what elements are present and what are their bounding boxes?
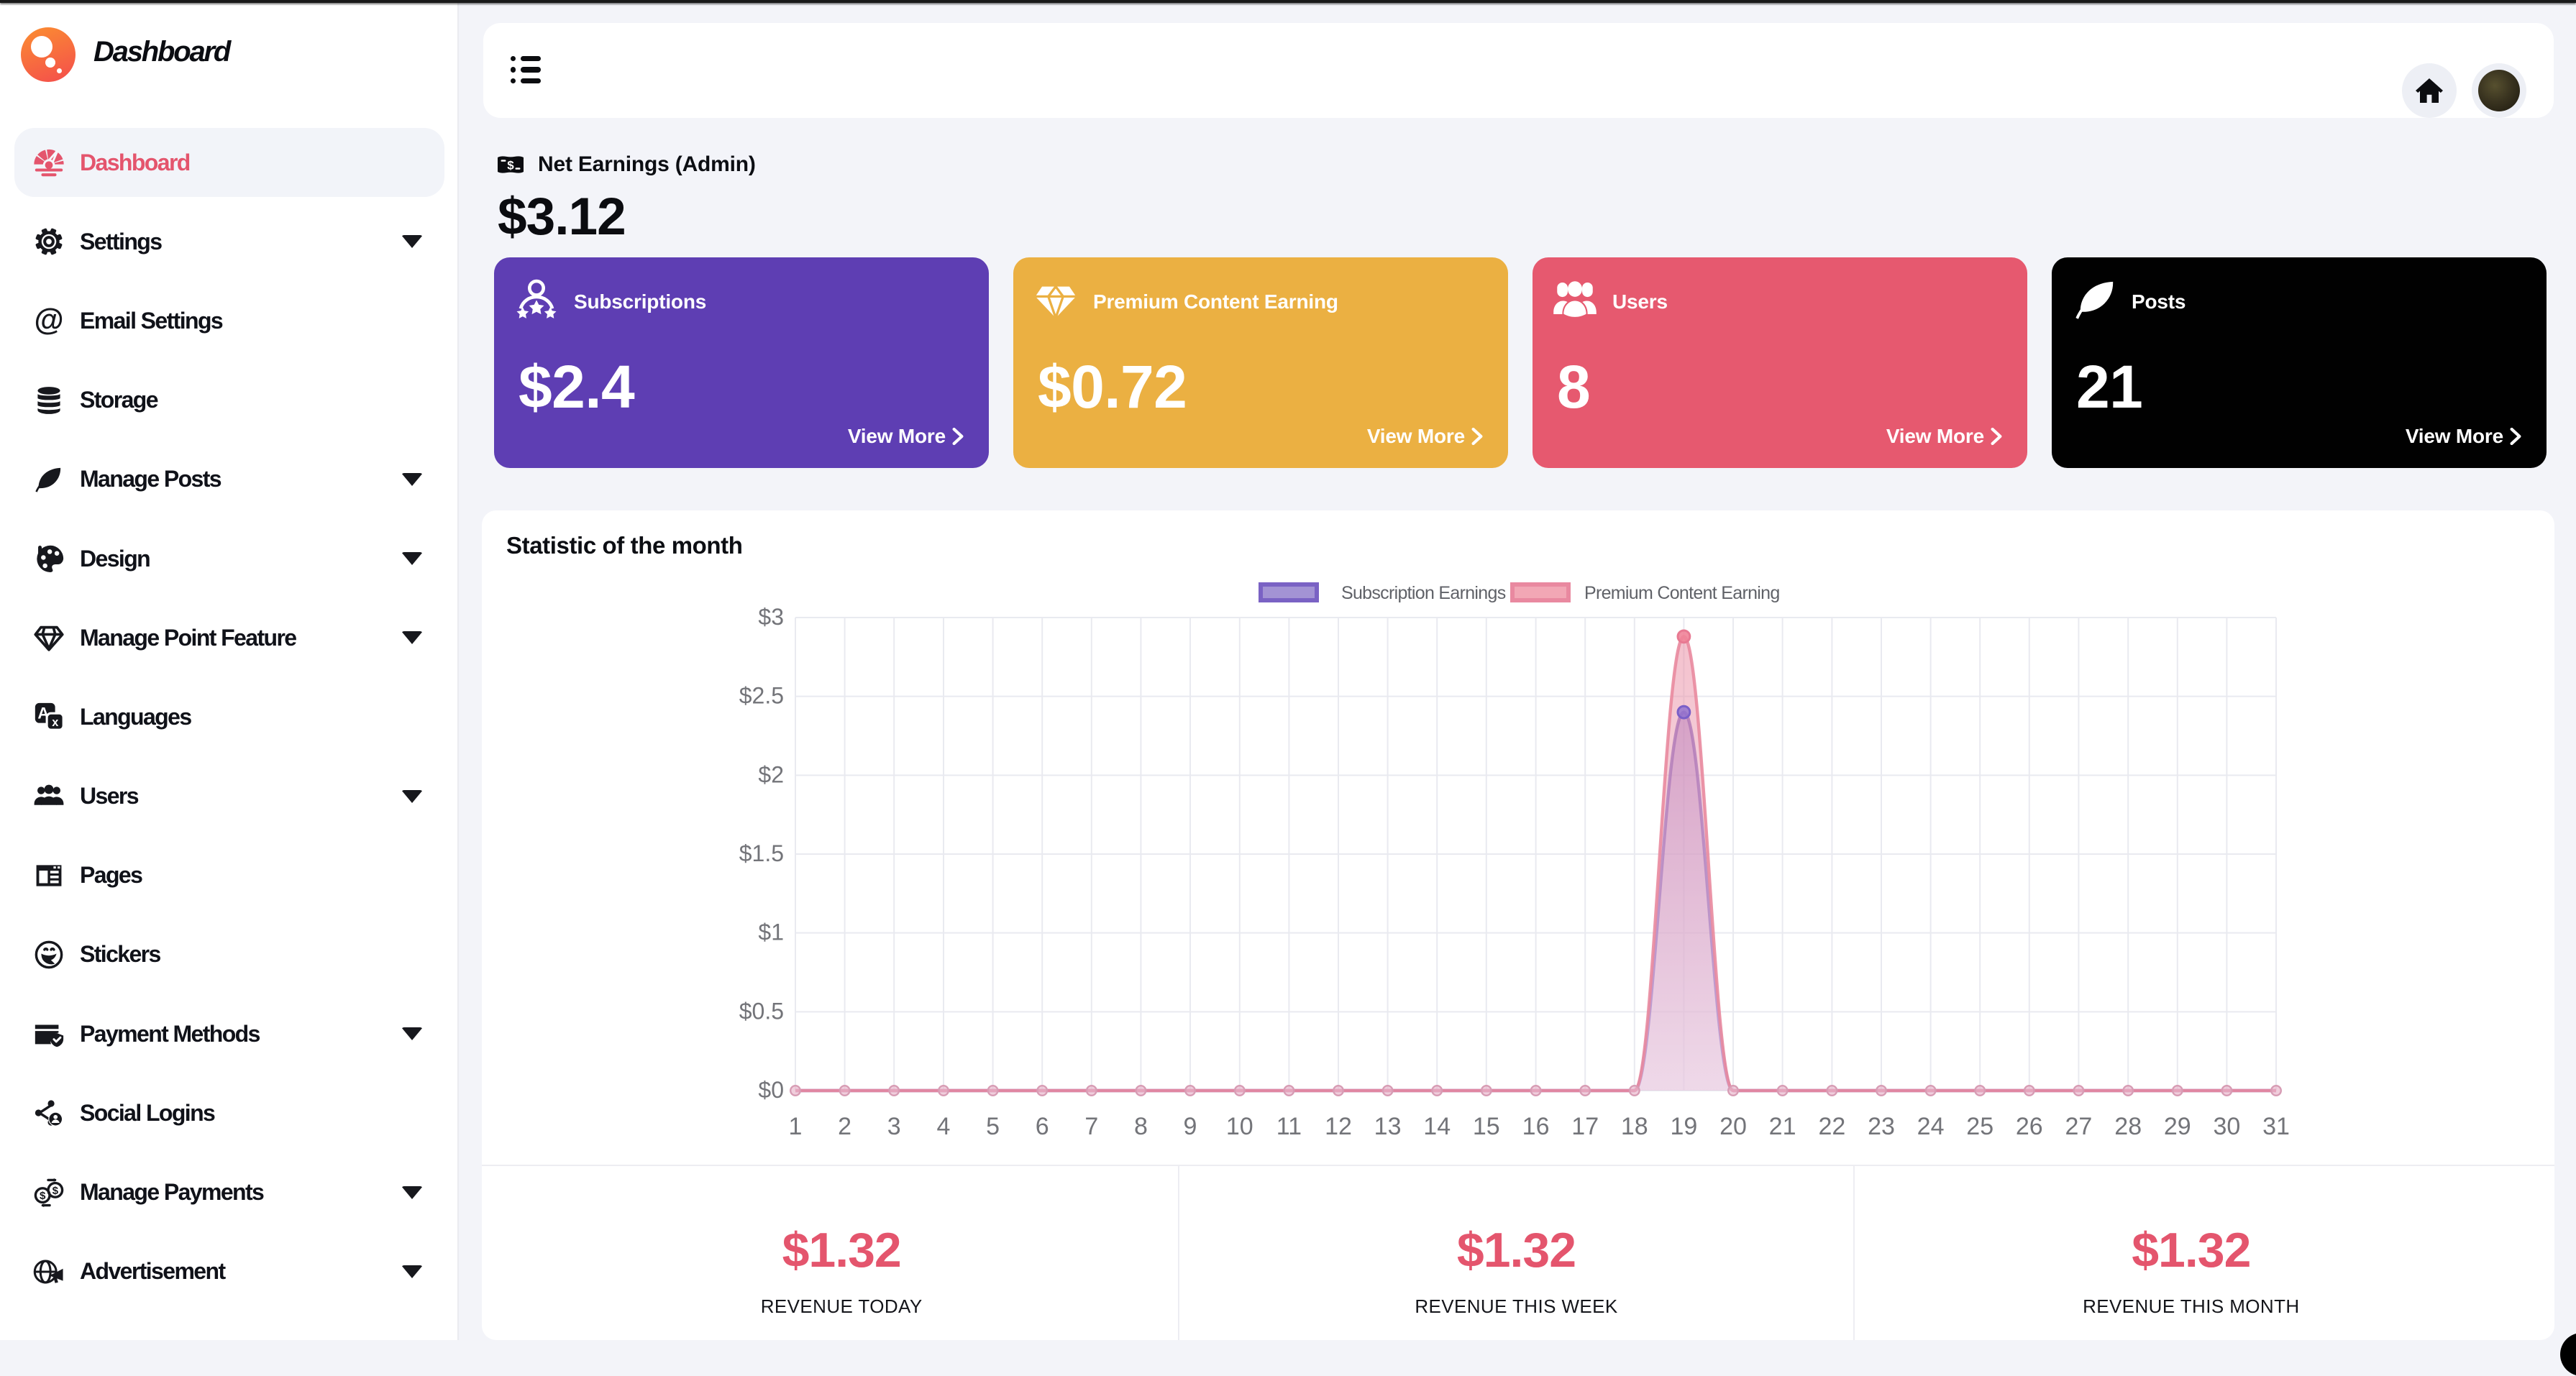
svg-text:$1: $1: [758, 919, 784, 945]
svg-text:x: x: [52, 717, 58, 730]
svg-text:19: 19: [1670, 1113, 1697, 1140]
svg-text:$2.5: $2.5: [739, 683, 784, 709]
svg-text:9: 9: [1184, 1113, 1197, 1140]
svg-text:$0: $0: [758, 1077, 784, 1103]
svg-text:14: 14: [1423, 1113, 1451, 1140]
svg-text:1: 1: [789, 1113, 803, 1140]
svg-text:10: 10: [1226, 1113, 1253, 1140]
svg-text:4: 4: [937, 1113, 951, 1140]
svg-text:2: 2: [838, 1113, 851, 1140]
svg-text:3: 3: [887, 1113, 901, 1140]
svg-text:12: 12: [1325, 1113, 1352, 1140]
svg-text:29: 29: [2164, 1113, 2191, 1140]
svg-text:7: 7: [1084, 1113, 1098, 1140]
svg-text:30: 30: [2213, 1113, 2240, 1140]
svg-text:23: 23: [1868, 1113, 1895, 1140]
svg-text:26: 26: [2016, 1113, 2043, 1140]
svg-text:16: 16: [1522, 1113, 1550, 1140]
svg-text:$0.5: $0.5: [739, 998, 784, 1024]
svg-text:20: 20: [1719, 1113, 1747, 1140]
svg-text:@: @: [34, 304, 63, 336]
svg-text:21: 21: [1769, 1113, 1796, 1140]
svg-text:22: 22: [1818, 1113, 1845, 1140]
svg-text:$: $: [507, 159, 514, 173]
svg-text:15: 15: [1473, 1113, 1500, 1140]
svg-text:8: 8: [1134, 1113, 1148, 1140]
svg-text:6: 6: [1036, 1113, 1049, 1140]
svg-text:$: $: [40, 1190, 46, 1202]
svg-text:$2: $2: [758, 761, 784, 787]
svg-text:31: 31: [2262, 1113, 2290, 1140]
svg-text:13: 13: [1374, 1113, 1402, 1140]
svg-text:$3: $3: [758, 604, 784, 630]
svg-text:17: 17: [1571, 1113, 1599, 1140]
svg-text:$1.5: $1.5: [739, 840, 784, 866]
svg-text:11: 11: [1276, 1113, 1302, 1140]
svg-text:$: $: [52, 1185, 59, 1197]
svg-text:27: 27: [2065, 1113, 2092, 1140]
svg-text:5: 5: [986, 1113, 1000, 1140]
svg-text:28: 28: [2114, 1113, 2142, 1140]
svg-text:25: 25: [1966, 1113, 1993, 1140]
svg-text:18: 18: [1621, 1113, 1648, 1140]
svg-text:24: 24: [1917, 1113, 1945, 1140]
